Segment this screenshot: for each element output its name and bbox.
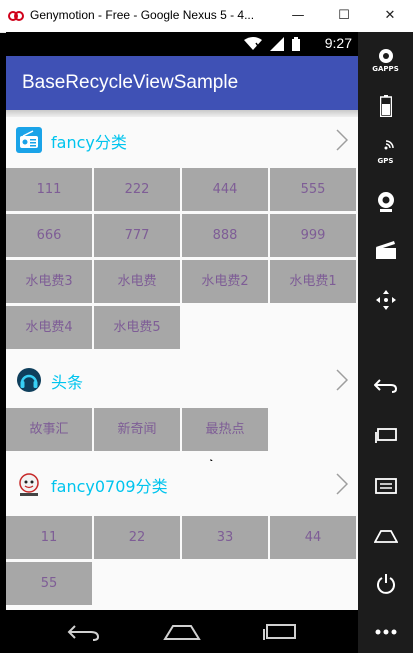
gapps-icon — [378, 49, 393, 63]
avatar-icon — [19, 473, 39, 496]
battery-button[interactable] — [358, 88, 413, 124]
chevron-right-icon[interactable] — [336, 473, 348, 495]
maximize-button[interactable]: ☐ — [321, 0, 367, 32]
grid-cell[interactable]: 55 — [6, 562, 92, 605]
power-button[interactable] — [358, 566, 413, 602]
back-tool-button[interactable] — [358, 368, 413, 404]
wifi-icon — [244, 37, 262, 50]
grid-cell[interactable]: 888 — [182, 214, 268, 257]
home-icon — [163, 625, 201, 640]
camera-button[interactable] — [358, 184, 413, 220]
grid-cell[interactable]: 777 — [94, 214, 180, 257]
power-icon — [376, 574, 395, 594]
section-header-fancy[interactable]: fancy分类 — [6, 117, 358, 163]
chevron-right-icon[interactable] — [336, 129, 348, 151]
gps-label: GPS — [377, 157, 394, 165]
grid-cell[interactable]: 44 — [270, 516, 356, 559]
radio-icon — [16, 127, 42, 153]
section-header-toutiao[interactable]: 头条 — [6, 357, 358, 403]
capture-button[interactable] — [358, 232, 413, 268]
dpad-icon — [375, 290, 396, 310]
battery-icon — [292, 37, 300, 51]
android-navbar — [0, 610, 358, 653]
grid-cell[interactable]: 水电费1 — [270, 260, 356, 303]
grid-cell[interactable]: 555 — [270, 168, 356, 211]
grid-cell[interactable]: 故事汇 — [6, 408, 92, 451]
window-titlebar: Genymotion - Free - Google Nexus 5 - 4..… — [0, 0, 413, 33]
recents-icon — [263, 624, 296, 640]
grid-cell[interactable]: 11 — [6, 516, 92, 559]
app-title: BaseRecycleViewSample — [22, 72, 239, 93]
status-bar: 9:27 — [6, 32, 358, 56]
headphones-icon — [17, 368, 41, 392]
recents-button[interactable] — [256, 616, 304, 648]
section-header-fancy0709[interactable]: fancy0709分类 — [6, 461, 358, 507]
app-bar: BaseRecycleViewSample — [6, 56, 358, 110]
close-button[interactable]: ✕ — [367, 0, 413, 32]
gapps-button[interactable]: GAPPS — [358, 42, 413, 78]
grid-cell[interactable]: 22 — [94, 516, 180, 559]
gps-icon — [384, 140, 394, 150]
grid-cell[interactable]: 水电费3 — [6, 260, 92, 303]
grid-cell[interactable]: 水电费 — [94, 260, 180, 303]
device-screen: 9:27 BaseRecycleViewSample fancy分类 111 2… — [6, 32, 358, 610]
recents-tool-button[interactable] — [358, 418, 413, 454]
clapper-icon — [375, 241, 396, 259]
more-dots-icon — [375, 629, 396, 635]
grid-cell[interactable]: 999 — [270, 214, 356, 257]
home-button[interactable] — [158, 616, 206, 648]
back-button[interactable] — [60, 616, 108, 648]
back-arrow-icon — [67, 625, 100, 641]
webcam-icon — [377, 192, 394, 212]
gapps-label: GAPPS — [372, 65, 399, 73]
grid-cell[interactable]: 水电费5 — [94, 306, 180, 349]
battery-tool-icon — [379, 95, 392, 117]
window-title: Genymotion - Free - Google Nexus 5 - 4..… — [30, 8, 255, 22]
grid-cell[interactable]: 444 — [182, 168, 268, 211]
back-tool-icon — [373, 379, 397, 393]
genymotion-toolbar: GAPPS GPS — [358, 32, 413, 653]
grid-cell[interactable]: 水电费4 — [6, 306, 92, 349]
menu-tool-button[interactable] — [358, 468, 413, 504]
home-tool-icon — [373, 530, 398, 543]
more-button[interactable] — [358, 614, 413, 650]
gps-button[interactable]: GPS — [358, 134, 413, 170]
signal-icon — [270, 37, 284, 51]
chevron-right-icon[interactable] — [336, 369, 348, 391]
grid-cell[interactable]: 33 — [182, 516, 268, 559]
menu-icon — [374, 478, 397, 494]
grid-cell[interactable]: 111 — [6, 168, 92, 211]
home-tool-button[interactable] — [358, 518, 413, 554]
recents-tool-icon — [374, 428, 397, 443]
grid-cell[interactable]: 222 — [94, 168, 180, 211]
section-title: fancy0709分类 — [51, 477, 168, 496]
section-title: 头条 — [51, 373, 84, 392]
dpad-button[interactable] — [358, 282, 413, 318]
genymotion-logo-icon — [8, 11, 24, 21]
section-title: fancy分类 — [51, 133, 127, 152]
recycler-list[interactable]: fancy分类 111 222 444 555 666 777 888 999 … — [6, 117, 358, 610]
grid-cell[interactable]: 666 — [6, 214, 92, 257]
grid-cell[interactable]: 最热点 — [182, 408, 268, 451]
status-time: 9:27 — [324, 35, 352, 51]
minimize-button[interactable]: — — [275, 0, 321, 32]
grid-cell[interactable]: 新奇闻 — [94, 408, 180, 451]
app-bar-shadow — [6, 110, 358, 117]
grid-cell[interactable]: 水电费2 — [182, 260, 268, 303]
